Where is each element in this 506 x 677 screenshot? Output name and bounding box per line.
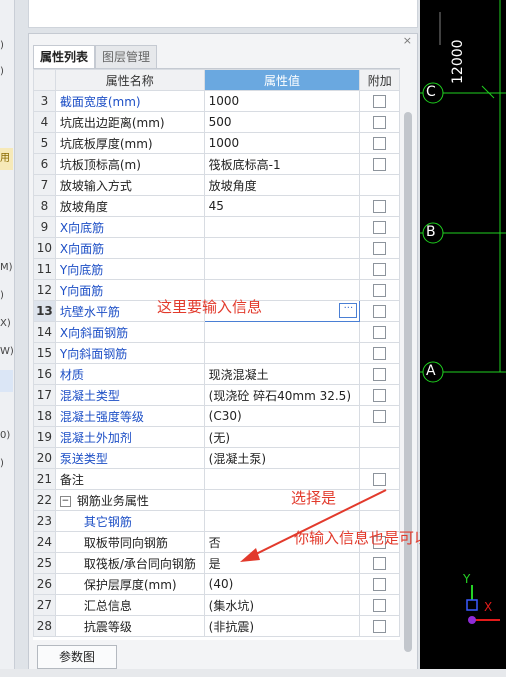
cad-canvas[interactable]: C B A 12000 Y X [420,0,506,677]
status-strip [0,669,506,677]
ucs-y-label: Y [463,572,471,586]
axis-label-a: A [426,363,436,379]
ucs-x-label: X [484,600,493,614]
axis-label-c: C [426,84,436,100]
dimension-text: 12000 [450,39,466,84]
axis-label-b: B [426,224,436,240]
